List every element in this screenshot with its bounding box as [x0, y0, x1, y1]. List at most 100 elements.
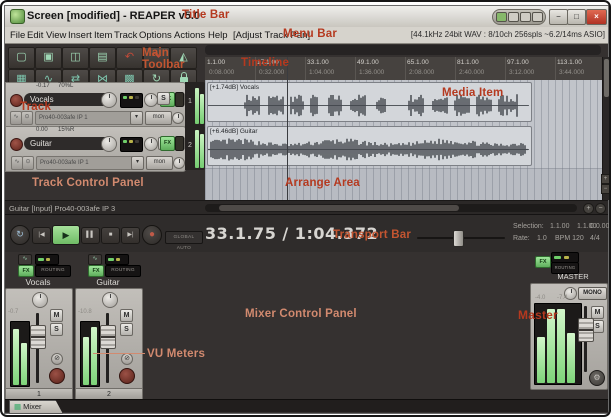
- solo-button[interactable]: S: [120, 323, 133, 336]
- undo-icon[interactable]: ↶: [116, 47, 143, 69]
- vertical-scrollbar-handle[interactable]: [604, 59, 609, 97]
- rate-value[interactable]: 1.0: [537, 235, 547, 242]
- fx-button[interactable]: FX: [535, 256, 551, 268]
- phase-icon[interactable]: ⊘: [121, 353, 133, 365]
- menu-options[interactable]: Options: [139, 30, 172, 41]
- project-settings-icon[interactable]: ▤: [89, 47, 116, 69]
- menu-insert[interactable]: Insert: [68, 30, 92, 41]
- stop-icon[interactable]: ■: [101, 227, 120, 244]
- arrange-area[interactable]: [+1.74dB] Vocals [+6.46dB] Guitar: [205, 80, 602, 200]
- fx-bypass-button[interactable]: [175, 136, 184, 151]
- menu-actions[interactable]: Actions: [174, 30, 205, 41]
- input-gain-button[interactable]: ⊙: [21, 111, 33, 125]
- master-volume-fader[interactable]: [578, 318, 594, 342]
- minimize-button[interactable]: −: [549, 9, 568, 25]
- playrate-slider-handle[interactable]: [453, 230, 464, 247]
- pause-icon[interactable]: ▌▌: [81, 227, 100, 244]
- route-button[interactable]: [120, 93, 143, 108]
- route-button[interactable]: [120, 137, 143, 152]
- open-project-icon[interactable]: ▣: [35, 47, 62, 69]
- mute-button[interactable]: M: [120, 309, 133, 322]
- media-item-guitar[interactable]: [+6.46dB] Guitar: [207, 126, 532, 166]
- layout-c-button[interactable]: [532, 12, 543, 22]
- menu-track[interactable]: Track: [114, 30, 137, 41]
- track-vu-meter: [195, 130, 199, 168]
- input-dropdown-icon[interactable]: ▾: [130, 111, 143, 125]
- env-icon[interactable]: ∿: [18, 254, 32, 265]
- new-project-icon[interactable]: ▢: [8, 47, 35, 69]
- input-gain-button[interactable]: ⊙: [22, 156, 34, 170]
- fx-bypass-button[interactable]: [175, 92, 184, 107]
- fx-button[interactable]: FX: [88, 265, 104, 277]
- mute-button[interactable]: M: [591, 306, 604, 319]
- zoom-out-vertical-button[interactable]: −: [601, 184, 610, 194]
- volume-fader[interactable]: [30, 325, 46, 349]
- record-arm-button[interactable]: [10, 138, 23, 151]
- mixer-strip-guitar[interactable]: -10.8 M S ⊘: [75, 288, 143, 390]
- maximize-button[interactable]: □: [567, 9, 586, 25]
- go-to-end-icon[interactable]: ▶|: [121, 227, 140, 244]
- zoom-out-horizontal-button[interactable]: −: [595, 203, 606, 214]
- menu-edit[interactable]: Edit: [27, 30, 43, 41]
- menu-help[interactable]: Help: [208, 30, 228, 41]
- menu-item[interactable]: Item: [94, 30, 112, 41]
- env-icon[interactable]: ∿: [88, 254, 102, 265]
- save-project-icon[interactable]: ◫: [62, 47, 89, 69]
- mixer-strip-vocals[interactable]: -0.7 M S ⊘: [5, 288, 73, 390]
- go-to-start-icon[interactable]: |◀: [32, 227, 51, 244]
- record-arm-button[interactable]: [119, 368, 135, 384]
- solo-button[interactable]: S: [50, 323, 63, 336]
- horizontal-scrollbar-handle[interactable]: [219, 205, 459, 211]
- selection-start[interactable]: 1.1.00: [550, 223, 569, 230]
- input-dropdown-icon[interactable]: ▾: [131, 156, 144, 170]
- input-selector[interactable]: Pro40-003afe IP 1: [36, 156, 134, 170]
- record-icon[interactable]: ●: [142, 225, 162, 245]
- mixer-channel-name[interactable]: Vocals: [5, 277, 71, 287]
- repeat-icon[interactable]: ↻: [10, 225, 30, 245]
- play-icon[interactable]: ▶: [52, 225, 80, 245]
- volume-readout: 0.00: [36, 127, 48, 133]
- time-signature[interactable]: 4/4: [590, 235, 600, 242]
- theme-button[interactable]: [496, 12, 507, 22]
- volume-knob[interactable]: [101, 92, 117, 108]
- global-auto-button[interactable]: GLOBAL AUTO: [165, 231, 203, 251]
- mixer-strip-master[interactable]: MONO -4.0 -7.4 M S ⚙: [530, 283, 608, 390]
- fx-button[interactable]: FX: [18, 265, 34, 277]
- mute-button[interactable]: M: [50, 309, 63, 322]
- zoom-in-horizontal-button[interactable]: +: [583, 203, 594, 214]
- phase-icon[interactable]: ⊘: [51, 353, 63, 365]
- volume-knob[interactable]: [101, 136, 117, 152]
- pan-knob[interactable]: [102, 292, 118, 308]
- bpm-display[interactable]: BPM 120: [555, 235, 584, 242]
- close-button[interactable]: ×: [586, 9, 607, 25]
- annotation-title-bar: Title Bar: [182, 9, 230, 21]
- volume-fader[interactable]: [100, 325, 116, 349]
- horizontal-scrollbar[interactable]: [205, 204, 577, 212]
- layout-a-button[interactable]: [508, 12, 519, 22]
- input-selector[interactable]: Pro40-003afe IP 1: [35, 111, 133, 125]
- menu-view[interactable]: View: [46, 30, 66, 41]
- menu-file[interactable]: File: [10, 30, 25, 41]
- mono-button[interactable]: MONO: [578, 287, 607, 300]
- routing-button[interactable]: ROUTING: [105, 265, 141, 277]
- fx-button[interactable]: FX: [160, 136, 175, 151]
- pan-knob[interactable]: [144, 93, 158, 107]
- recmode-knob[interactable]: [173, 157, 185, 169]
- pan-knob[interactable]: [32, 292, 48, 308]
- layout-b-button[interactable]: [520, 12, 531, 22]
- recmode-knob[interactable]: [172, 112, 184, 124]
- record-arm-button[interactable]: [49, 368, 65, 384]
- pan-knob[interactable]: [144, 137, 158, 151]
- mixer-tab[interactable]: ▦ Mixer: [9, 400, 63, 414]
- monitor-button[interactable]: mon: [145, 111, 172, 125]
- zoom-in-vertical-button[interactable]: +: [601, 174, 610, 184]
- mixer-channel-name[interactable]: Guitar: [75, 277, 141, 287]
- solo-button[interactable]: S: [157, 92, 170, 105]
- track-name[interactable]: Guitar: [24, 137, 108, 150]
- monitor-button[interactable]: mon: [146, 156, 173, 170]
- ruler-measure: 97.1.00: [507, 59, 529, 66]
- routing-button[interactable]: ROUTING: [35, 265, 71, 277]
- pan-readout: 70%L: [58, 83, 74, 89]
- track-panel-guitar[interactable]: 0.00 15%R Guitar M S ∿ ⊙ Pro40-003afe IP…: [5, 126, 186, 172]
- gear-icon[interactable]: ⚙: [589, 370, 605, 386]
